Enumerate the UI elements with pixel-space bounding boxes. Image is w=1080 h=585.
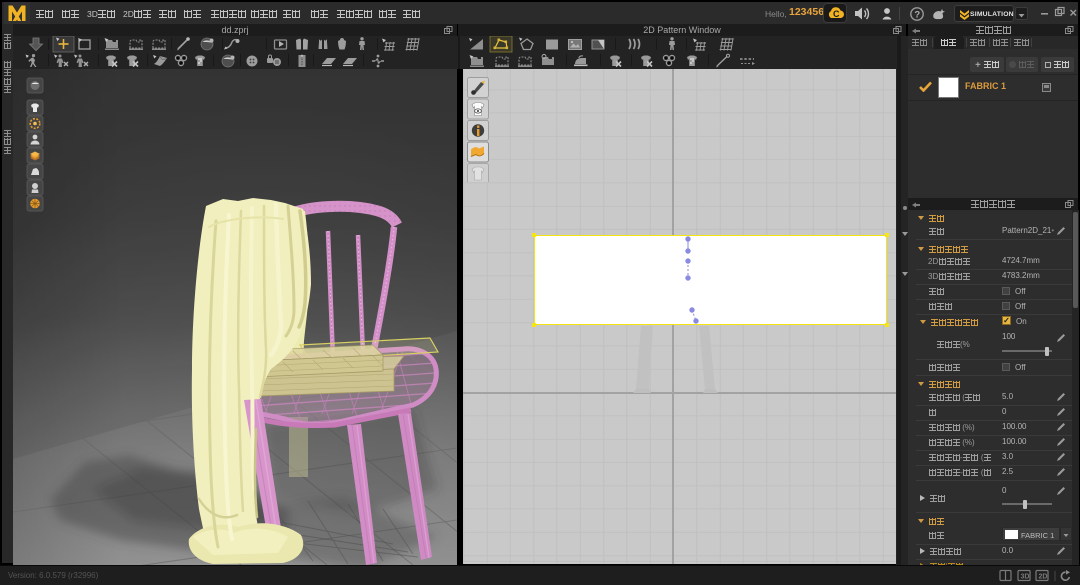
svg-text:?: ? — [914, 9, 920, 20]
svg-text:2D: 2D — [1039, 574, 1048, 581]
svg-text:3D: 3D — [1021, 574, 1030, 581]
svg-text:C: C — [833, 9, 840, 19]
